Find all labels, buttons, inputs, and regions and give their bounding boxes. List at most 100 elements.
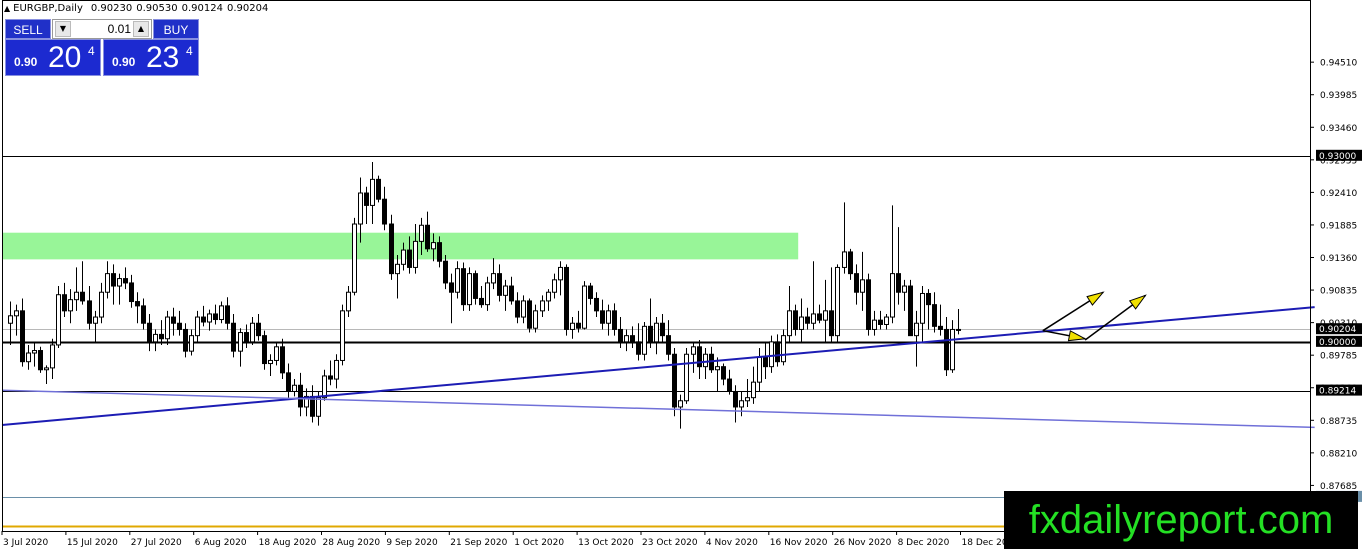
bullish-candle-body <box>32 350 37 354</box>
buy-button[interactable]: BUY <box>153 19 199 39</box>
lot-size-input[interactable] <box>73 21 131 37</box>
bullish-candle-body <box>395 263 400 275</box>
bearish-candle-body <box>147 322 152 343</box>
bearish-candle-body <box>443 260 448 284</box>
lot-decrease-button[interactable]: ▼ <box>55 21 71 37</box>
bearish-candle-body <box>509 285 514 302</box>
bearish-candle-body <box>425 224 430 250</box>
bullish-candle-body <box>419 224 424 242</box>
candle <box>467 267 472 311</box>
candle <box>672 348 677 417</box>
bullish-candle-body <box>44 367 49 371</box>
collapse-triangle-icon[interactable]: ▲ <box>4 4 10 13</box>
bullish-candle-body <box>322 375 327 399</box>
candle <box>908 279 913 337</box>
bullish-candle-body <box>823 310 828 321</box>
bearish-candle-body <box>437 242 442 262</box>
bullish-candle-body <box>902 285 907 293</box>
sell-price-pip: 4 <box>88 44 95 58</box>
lot-increase-button[interactable]: ▲ <box>133 21 149 37</box>
bearish-candle-body <box>805 316 810 324</box>
bearish-candle-body <box>817 313 822 321</box>
bullish-candle-body <box>914 322 919 337</box>
bullish-candle-body <box>684 353 689 402</box>
bearish-candle-body <box>171 316 176 324</box>
buy-price-quote[interactable]: 0.90 23 4 <box>103 39 199 76</box>
bullish-candle-body <box>533 310 538 329</box>
bullish-candle-body <box>781 335 786 363</box>
bearish-candle-body <box>878 319 883 325</box>
bullish-candle-body <box>624 335 629 343</box>
bearish-candle-body <box>666 335 671 355</box>
triangle-up-icon: ▲ <box>137 24 145 33</box>
bearish-candle-body <box>932 304 937 327</box>
candle <box>352 217 357 296</box>
bearish-candle-body <box>636 341 641 355</box>
bearish-candle-body <box>829 310 834 337</box>
x-tick-label: 13 Oct 2020 <box>578 538 634 548</box>
sell-price-quote[interactable]: 0.90 20 4 <box>5 39 101 76</box>
bullish-candle-body <box>455 268 460 293</box>
bearish-candle-body <box>213 313 218 321</box>
bullish-candle-body <box>268 359 273 365</box>
y-tick-label: 0.93985 <box>1320 91 1357 101</box>
bearish-candle-body <box>449 282 454 293</box>
bullish-candle-body <box>642 325 647 355</box>
bullish-candle-body <box>250 322 255 343</box>
y-tick-label: 0.91360 <box>1320 254 1357 264</box>
chart-area[interactable]: 0.94510 0.93985 0.93460 0.92935 0.92410 0.918… <box>0 0 1362 553</box>
x-tick-label: 21 Sep 2020 <box>450 538 507 548</box>
bullish-candle-body <box>787 310 792 337</box>
bearish-candle-body <box>721 366 726 380</box>
bullish-candle-body <box>884 316 889 325</box>
price-label: 0.90204 <box>1319 325 1356 335</box>
x-tick-label: 9 Sep 2020 <box>386 538 438 548</box>
bearish-candle-body <box>201 316 206 323</box>
bullish-candle-body <box>606 310 611 324</box>
bullish-candle-body <box>56 294 61 346</box>
bullish-candle-body <box>401 249 406 265</box>
buy-price-big: 23 <box>146 41 180 74</box>
price-label: 0.90000 <box>1319 338 1356 348</box>
bearish-candle-body <box>612 310 617 330</box>
bullish-candle-body <box>582 285 587 329</box>
x-tick-label: 6 Aug 2020 <box>195 538 247 548</box>
bearish-candle-body <box>123 278 128 284</box>
bullish-candle-body <box>334 359 339 380</box>
bearish-candle-body <box>111 273 116 287</box>
bearish-candle-body <box>141 305 146 324</box>
y-tick-label: 0.94510 <box>1320 59 1357 69</box>
y-tick-label: 0.88735 <box>1320 417 1357 427</box>
candle <box>582 281 587 330</box>
sell-price-big: 20 <box>48 41 82 74</box>
bullish-candle-body <box>99 291 104 318</box>
bearish-candle-body <box>944 328 949 371</box>
bullish-candle-body <box>189 335 194 352</box>
bullish-candle-body <box>811 313 816 324</box>
bullish-candle-body <box>745 397 750 402</box>
x-tick-label: 18 Aug 2020 <box>259 538 317 548</box>
bullish-candle-body <box>521 300 526 318</box>
bullish-candle-body <box>703 353 708 368</box>
bullish-candle-body <box>799 316 804 330</box>
resistance-zone[interactable] <box>2 232 799 260</box>
bearish-candle-body <box>20 310 25 363</box>
bullish-candle-body <box>431 242 436 250</box>
bullish-candle-body <box>558 266 563 281</box>
candle <box>835 264 840 342</box>
sell-button[interactable]: SELL <box>5 19 51 39</box>
bullish-candle-body <box>105 273 110 293</box>
bullish-candle-body <box>715 366 720 371</box>
buy-price-prefix: 0.90 <box>112 55 136 69</box>
bullish-candle-body <box>654 322 659 343</box>
bearish-candle-body <box>588 285 593 299</box>
bearish-candle-body <box>244 332 249 343</box>
bullish-candle-body <box>956 328 961 331</box>
x-tick-label: 8 Dec 2020 <box>898 538 950 548</box>
bullish-candle-body <box>503 285 508 296</box>
bearish-candle-body <box>298 384 303 408</box>
sell-price-prefix: 0.90 <box>14 55 38 69</box>
open-value: 0.90230 <box>90 3 133 14</box>
candle <box>461 262 466 311</box>
candle <box>262 330 267 370</box>
